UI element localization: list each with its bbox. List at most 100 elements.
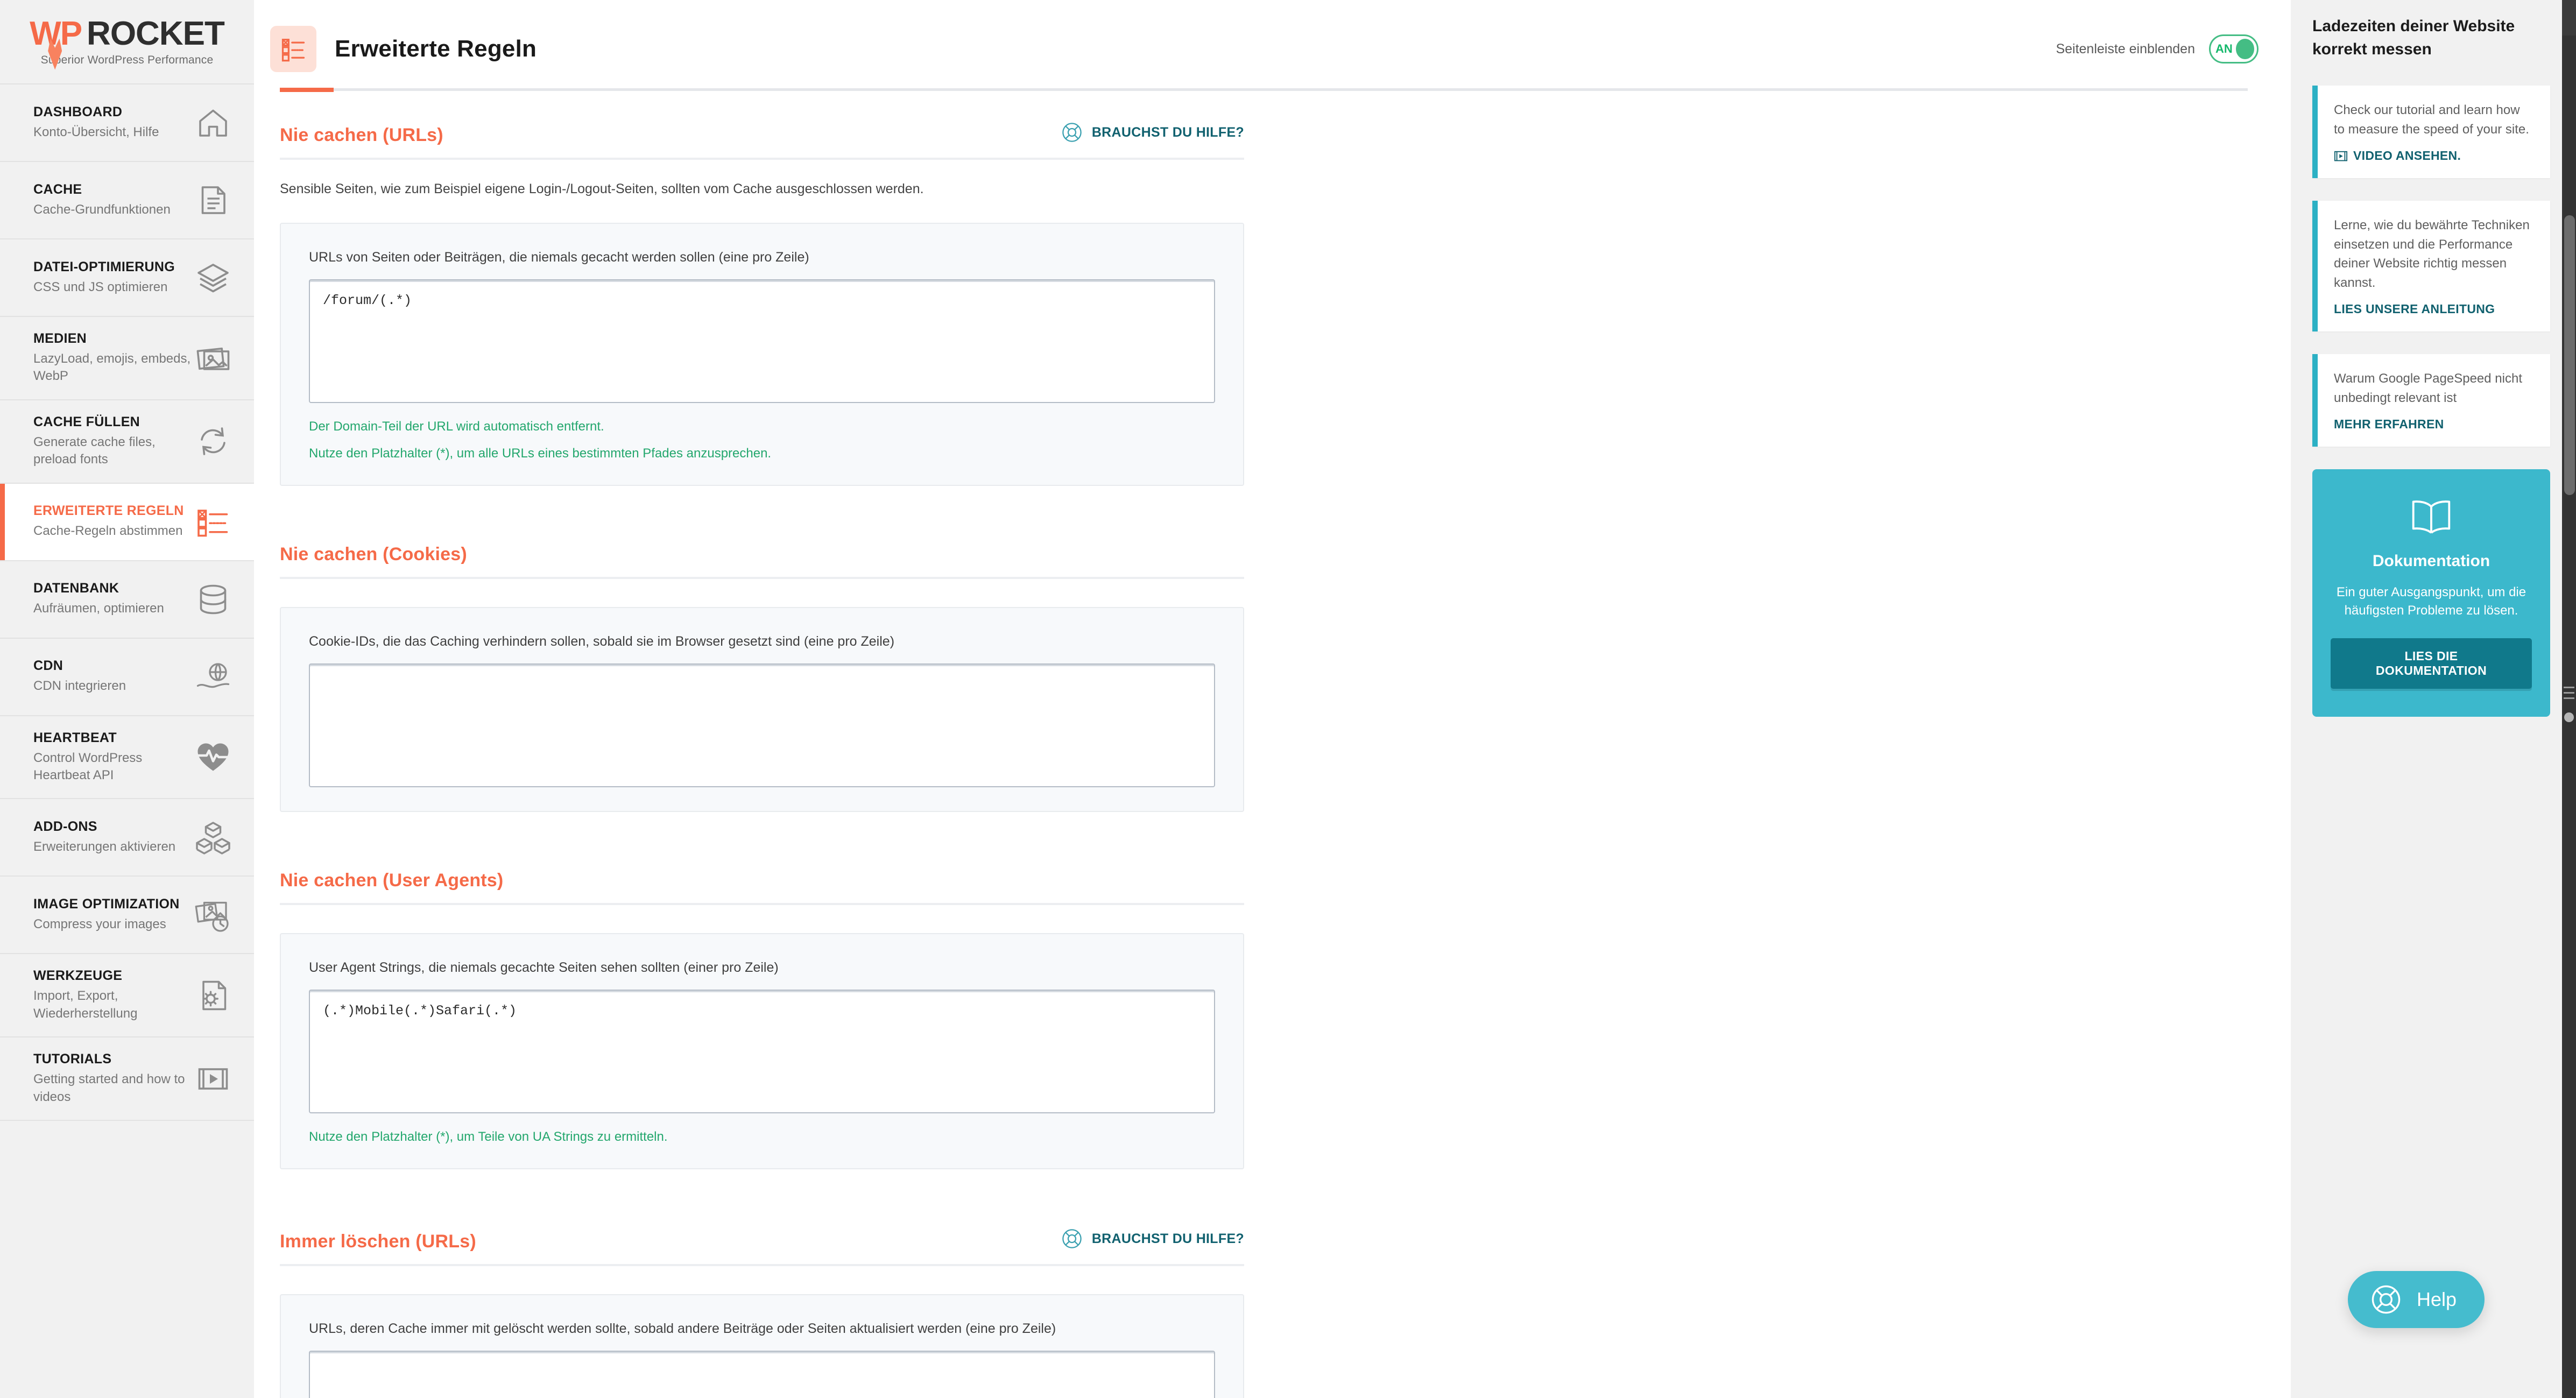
- sidebar-item-subtitle: Generate cache files, preload fonts: [33, 434, 156, 467]
- help-button[interactable]: Help: [2347, 1271, 2485, 1328]
- blocks-icon: [194, 818, 232, 857]
- sidebar-item-title: MEDIEN: [33, 331, 87, 346]
- tip-card-link[interactable]: LIES UNSERE ANLEITUNG: [2334, 302, 2534, 316]
- checklist-icon: [270, 26, 316, 72]
- checklist-icon: [194, 503, 232, 541]
- sidebar-item-subtitle: Import, Export, Wiederherstellung: [33, 989, 138, 1021]
- sidebar-item-subtitle: Getting started and how to videos: [33, 1072, 185, 1104]
- page-scrollbar-thumb[interactable]: [2564, 215, 2575, 495]
- tip-card-link[interactable]: VIDEO ANSEHEN.: [2334, 149, 2534, 163]
- tip-card-link-label: MEHR ERFAHREN: [2334, 417, 2444, 432]
- lifebuoy-icon: [2369, 1283, 2403, 1316]
- lifebuoy-icon: [1061, 1227, 1083, 1250]
- sidebar-item-title: IMAGE OPTIMIZATION: [33, 896, 180, 912]
- section-never-cache-user-agents: Nie cachen (User Agents) User Agent Strin…: [280, 870, 1244, 1170]
- field-group: URLs, deren Cache immer mit gelöscht wer…: [280, 1294, 1244, 1398]
- field-hint: Nutze den Platzhalter (*), um alle URLs …: [309, 446, 772, 461]
- sidebar-item-title: DASHBOARD: [33, 104, 123, 119]
- edge-dot-icon: [2564, 712, 2574, 722]
- field-hint: Nutze den Platzhalter (*), um Teile von …: [309, 1129, 668, 1145]
- tip-card-text: Check our tutorial and learn how to meas…: [2334, 103, 2529, 137]
- sidebar-item-image-optimization[interactable]: IMAGE OPTIMIZATION Compress your images: [0, 877, 254, 955]
- wp-rocket-settings-page: WP ROCKET Superior WordPress Performance…: [0, 0, 2576, 1398]
- video-icon: [194, 1060, 232, 1098]
- sidebar-toggle-label: Seitenleiste einblenden: [2056, 41, 2195, 57]
- documentation-title: Dokumentation: [2372, 552, 2490, 570]
- need-help-link[interactable]: BRAUCHST DU HILFE?: [1061, 1227, 1244, 1252]
- field-group: URLs von Seiten oder Beiträgen, die niem…: [280, 223, 1244, 486]
- logo-wp-text: WP: [30, 15, 82, 52]
- logo-rocket-text: ROCKET: [87, 15, 225, 52]
- toggle-knob: [2235, 39, 2254, 59]
- edge-grip-icon: [2564, 697, 2574, 699]
- section-title: Nie cachen (Cookies): [280, 544, 467, 565]
- field-label: Cookie-IDs, die das Caching verhindern s…: [309, 634, 895, 649]
- section-never-cache-cookies: Nie cachen (Cookies) Cookie-IDs, die das …: [280, 544, 1244, 813]
- sidebar-item-medien[interactable]: MEDIEN LazyLoad, emojis, embeds, WebP: [0, 317, 254, 400]
- sidebar-item-cdn[interactable]: CDN CDN integrieren: [0, 639, 254, 716]
- toggle-state-text: AN: [2215, 42, 2233, 55]
- window-edge-strip: [2562, 0, 2576, 1398]
- images-icon: [194, 338, 232, 377]
- tip-card-text: Lerne, wie du bewährte Techniken einsetz…: [2334, 218, 2530, 290]
- sidebar-item-werkzeuge[interactable]: WERKZEUGE Import, Export, Wiederherstellu…: [0, 954, 254, 1038]
- tip-card: Lerne, wie du bewährte Techniken einsetz…: [2312, 201, 2550, 332]
- never-cache-cookies-textarea[interactable]: [309, 663, 1215, 788]
- read-documentation-button[interactable]: LIES DIE DOKUMENTATION: [2331, 638, 2532, 689]
- field-label: User Agent Strings, die niemals gecachte…: [309, 960, 779, 976]
- section-description: Sensible Seiten, wie zum Beispiel eigene…: [280, 181, 924, 197]
- sidebar-item-cache[interactable]: CACHE Cache-Grundfunktionen: [0, 162, 254, 239]
- globe-hand-icon: [194, 658, 232, 696]
- sidebar-item-dashboard[interactable]: DASHBOARD Konto-Übersicht, Hilfe: [0, 84, 254, 162]
- sidebar-item-heartbeat[interactable]: HEARTBEAT Control WordPress Heartbeat API: [0, 716, 254, 800]
- help-button-label: Help: [2416, 1288, 2457, 1310]
- sidebar-item-erweiterte-regeln[interactable]: ERWEITERTE REGELN Cache-Regeln abstimmen: [0, 483, 254, 561]
- tip-card-text: Warum Google PageSpeed nicht unbedingt r…: [2334, 371, 2522, 405]
- sidebar-item-title: CACHE: [33, 181, 82, 197]
- database-icon: [194, 580, 232, 619]
- video-icon: [2334, 150, 2348, 162]
- sidebar-item-title: CACHE FÜLLEN: [33, 414, 140, 429]
- sidebar-item-datenbank[interactable]: DATENBANK Aufräumen, optimieren: [0, 561, 254, 639]
- section-header: Immer löschen (URLs) BRAUCHST DU HILFE?: [280, 1227, 1244, 1267]
- sidebar-item-tutorials[interactable]: TUTORIALS Getting started and how to vide…: [0, 1037, 254, 1121]
- tip-card: Warum Google PageSpeed nicht unbedingt r…: [2312, 354, 2550, 447]
- never-cache-user-agents-textarea[interactable]: [309, 990, 1215, 1114]
- sidebar-item-datei-optimierung[interactable]: DATEI-OPTIMIERUNG CSS und JS optimieren: [0, 239, 254, 317]
- section-header: Nie cachen (Cookies): [280, 544, 1244, 580]
- sidebar-item-add-ons[interactable]: ADD-ONS Erweiterungen aktivieren: [0, 799, 254, 877]
- tips-sidebar: Ladezeiten deiner Website korrekt messen…: [2291, 0, 2576, 1398]
- field-group: Cookie-IDs, die das Caching verhindern s…: [280, 607, 1244, 813]
- sidebar-item-subtitle: Erweiterungen aktivieren: [33, 839, 176, 855]
- section-title: Nie cachen (URLs): [280, 125, 443, 146]
- sidebar: WP ROCKET Superior WordPress Performance…: [0, 0, 254, 1398]
- tip-card-link[interactable]: MEHR ERFAHREN: [2334, 417, 2534, 432]
- page-header: Erweiterte Regeln Seitenleiste einblende…: [254, 0, 2291, 82]
- edge-grip-icon: [2564, 687, 2574, 688]
- need-help-link[interactable]: BRAUCHST DU HILFE?: [1061, 121, 1244, 146]
- section-header: Nie cachen (URLs) BRAUCHST DU HILFE?: [280, 121, 1244, 160]
- sidebar-item-subtitle: Cache-Grundfunktionen: [33, 202, 171, 217]
- refresh-icon: [194, 422, 232, 461]
- sidebar-item-title: DATENBANK: [33, 581, 119, 596]
- sidebar-item-subtitle: Compress your images: [33, 917, 166, 932]
- always-purge-urls-textarea[interactable]: [309, 1351, 1215, 1398]
- sidebar-item-subtitle: Konto-Übersicht, Hilfe: [33, 124, 159, 139]
- tip-card: Check our tutorial and learn how to meas…: [2312, 86, 2550, 179]
- sidebar-item-cache-f-llen[interactable]: CACHE FÜLLEN Generate cache files, preloa…: [0, 400, 254, 484]
- sidebar-item-subtitle: Aufräumen, optimieren: [33, 601, 164, 616]
- settings-scroll-area[interactable]: Nie cachen (URLs) BRAUCHST DU HILFE? Sensi…: [254, 91, 2291, 1398]
- sidebar-item-subtitle: CSS und JS optimieren: [33, 279, 168, 294]
- section-never-cache-urls: Nie cachen (URLs) BRAUCHST DU HILFE? Sensi…: [280, 121, 1244, 486]
- book-icon: [2409, 498, 2453, 536]
- field-label: URLs von Seiten oder Beiträgen, die niem…: [309, 250, 809, 265]
- tips-sidebar-title: Ladezeiten deiner Website korrekt messen: [2312, 17, 2515, 58]
- field-hint: Der Domain-Teil der URL wird automatisch…: [309, 419, 604, 434]
- sidebar-item-title: DATEI-OPTIMIERUNG: [33, 259, 175, 274]
- sidebar-visibility-toggle[interactable]: AN: [2209, 34, 2259, 63]
- never-cache-urls-textarea[interactable]: [309, 279, 1215, 404]
- tip-card-link-label: VIDEO ANSEHEN.: [2353, 149, 2461, 163]
- field-group: User Agent Strings, die niemals gecachte…: [280, 933, 1244, 1170]
